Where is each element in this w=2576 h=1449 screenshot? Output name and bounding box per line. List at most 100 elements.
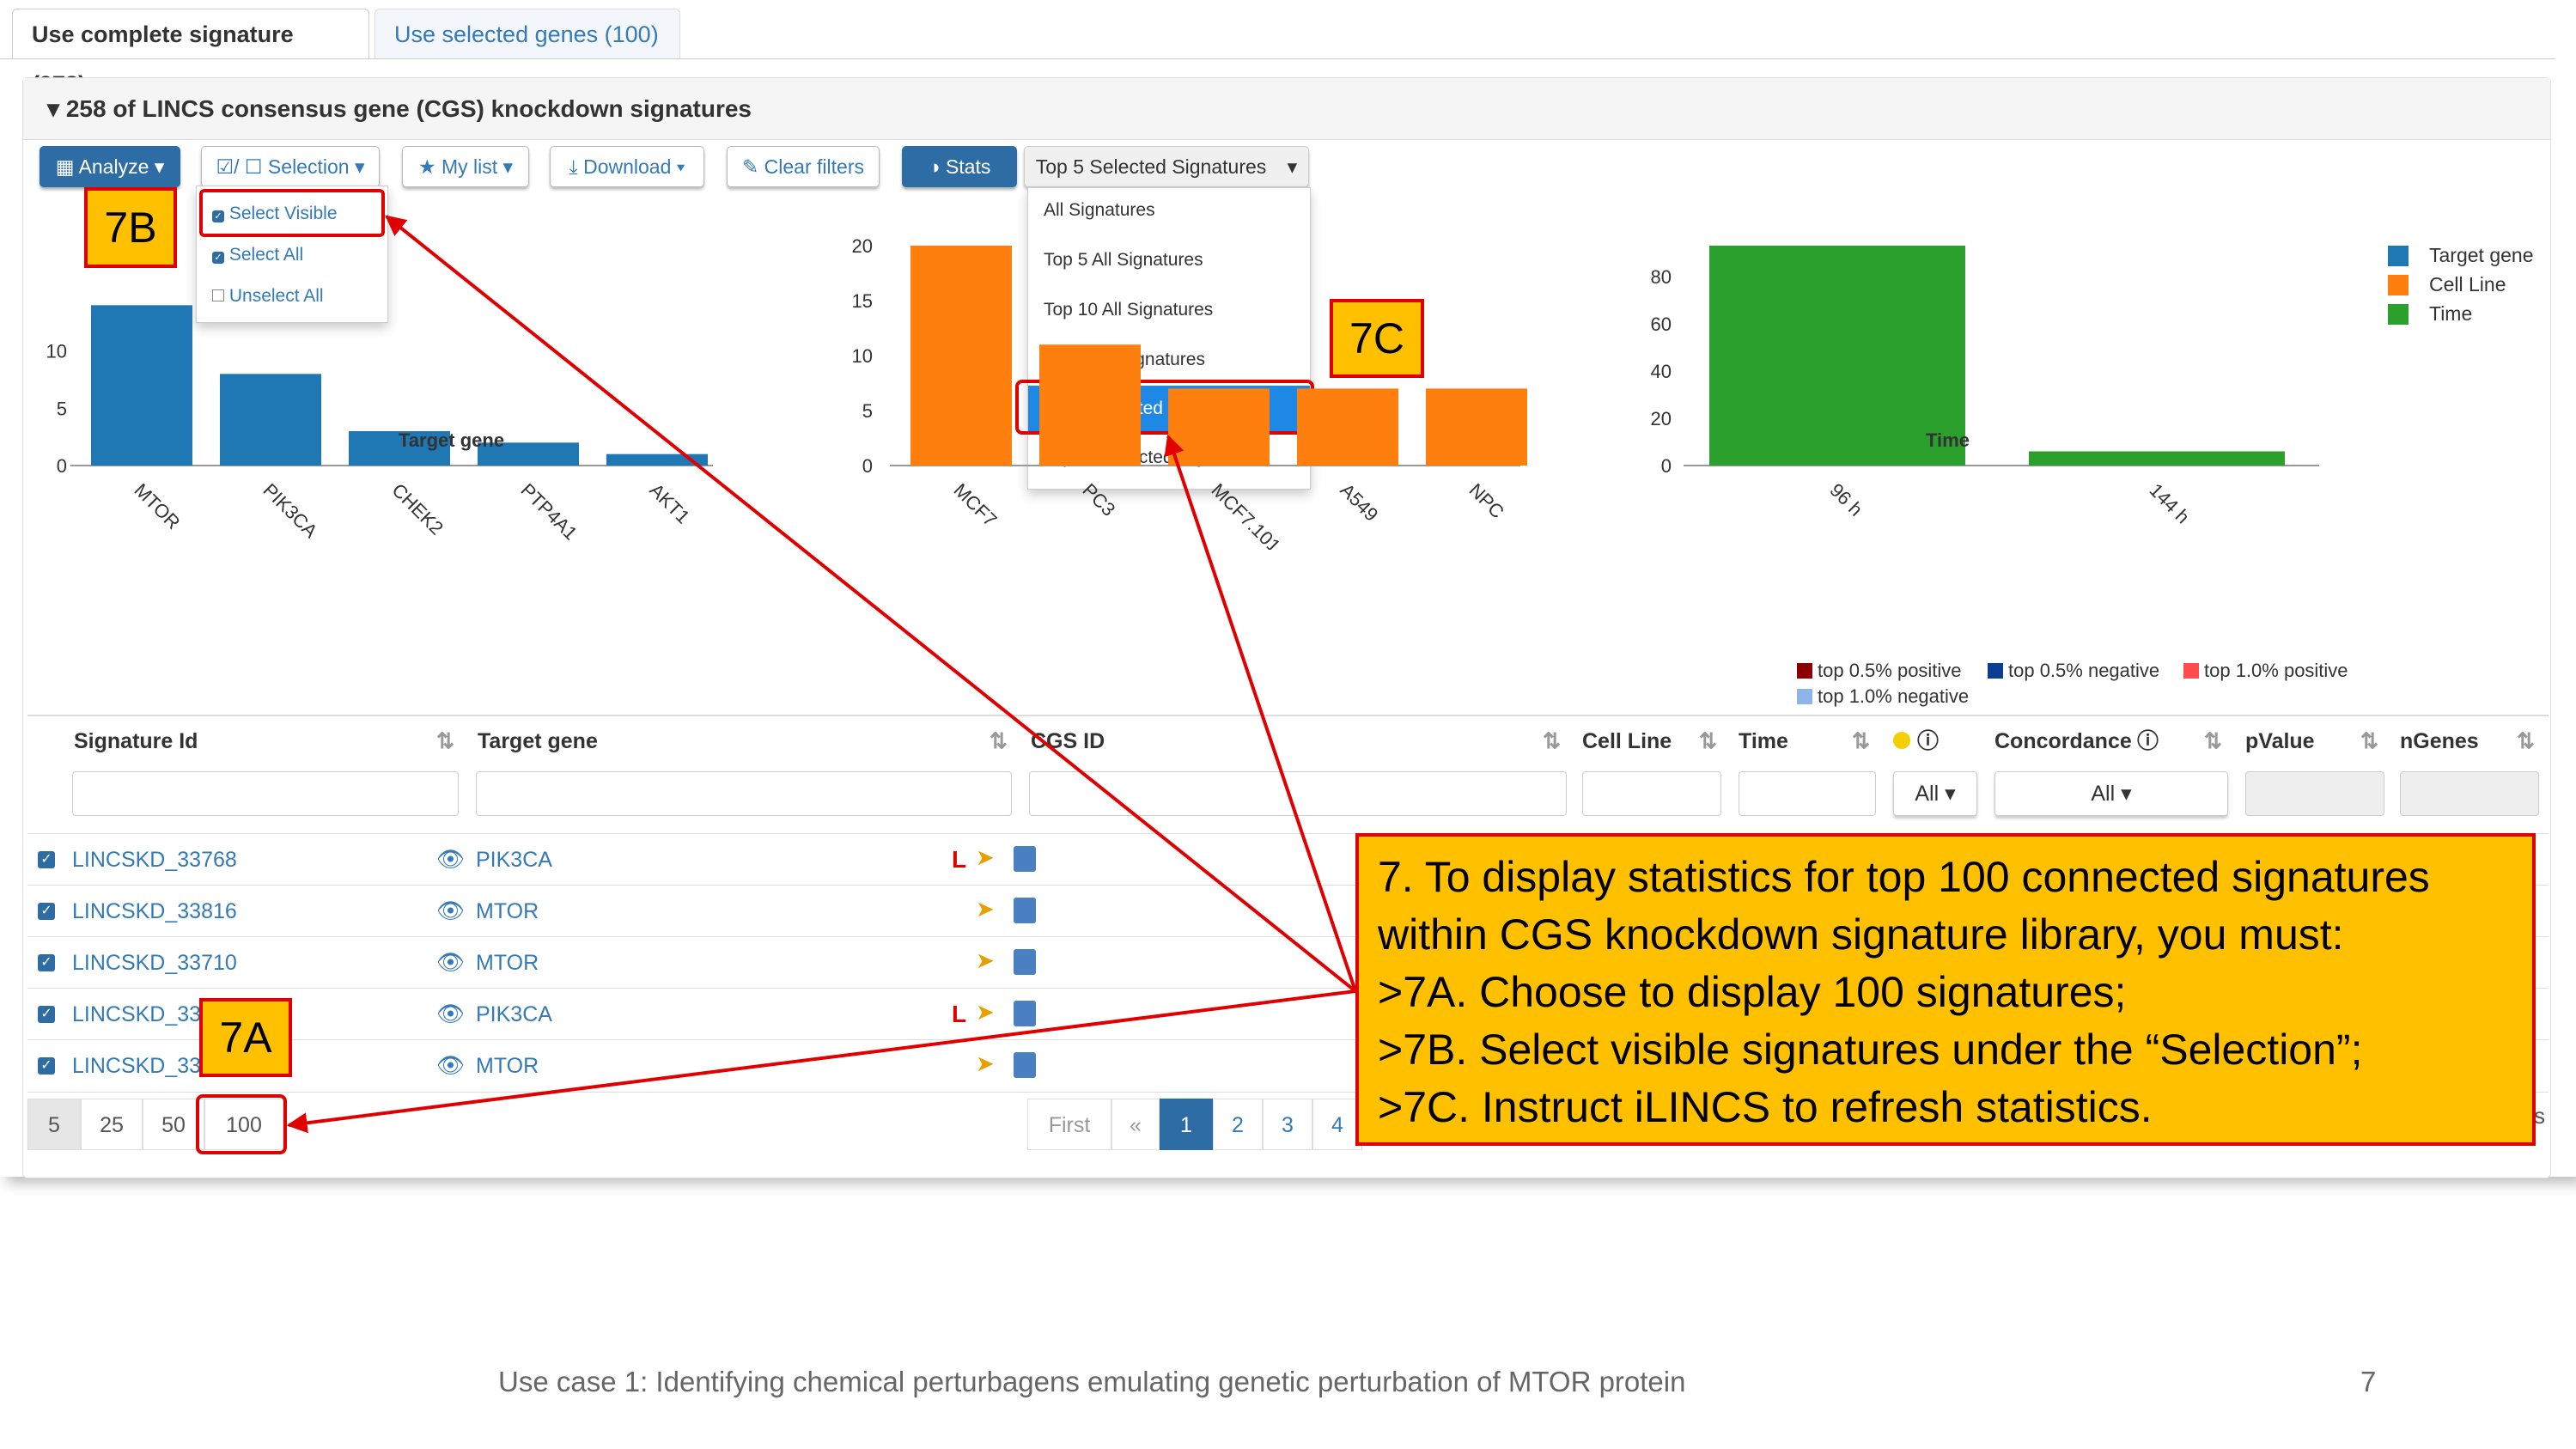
database-icon[interactable] bbox=[1014, 846, 1036, 872]
database-icon[interactable] bbox=[1014, 1052, 1036, 1078]
pagination-prev[interactable]: « bbox=[1111, 1099, 1160, 1150]
stats-option-all[interactable]: All Signatures bbox=[1028, 200, 1310, 221]
col-signature-id[interactable]: Signature Id bbox=[74, 717, 198, 765]
filter-cgs-id[interactable] bbox=[1029, 771, 1567, 816]
page-size-5[interactable]: 5 bbox=[27, 1099, 81, 1150]
sort-icon[interactable]: ⇅ bbox=[2517, 717, 2535, 765]
instruction-line: >7B. Select visible signatures under the… bbox=[1378, 1026, 2363, 1074]
pathway-icon[interactable]: ➤ bbox=[976, 947, 995, 974]
signature-id-link[interactable]: LINCSKD_33 bbox=[72, 1054, 201, 1079]
page-size-25[interactable]: 25 bbox=[81, 1099, 143, 1150]
stats-button[interactable]: ◑ Stats bbox=[902, 146, 1017, 187]
row-checkbox[interactable]: ✓ bbox=[38, 851, 55, 868]
filter-pvalue[interactable] bbox=[2245, 771, 2384, 816]
target-gene-link[interactable]: PIK3CA bbox=[476, 1002, 552, 1027]
eye-icon[interactable]: 👁 bbox=[436, 1052, 465, 1079]
sort-icon[interactable]: ⇅ bbox=[1543, 717, 1561, 765]
time-chart: 96 h 144 h 0 20 40 60 80 Time bbox=[1651, 246, 2319, 527]
sort-icon[interactable]: ⇅ bbox=[1852, 717, 1870, 765]
info-icon[interactable]: ⓘ bbox=[1917, 717, 1939, 765]
pagination-page-3[interactable]: 3 bbox=[1263, 1099, 1312, 1150]
panel-title[interactable]: ▾ 258 of LINCS consensus gene (CGS) knoc… bbox=[23, 78, 2550, 140]
sort-icon[interactable]: ⇅ bbox=[990, 717, 1008, 765]
row-checkbox[interactable]: ✓ bbox=[38, 903, 55, 920]
chart-inner-label: Time bbox=[1926, 429, 1970, 451]
col-target-gene[interactable]: Target gene bbox=[478, 717, 598, 765]
database-icon[interactable] bbox=[1014, 949, 1036, 975]
lincs-l-icon[interactable]: L bbox=[952, 846, 966, 874]
selection-button[interactable]: ☑/ ☐ Selection ▾ bbox=[201, 146, 380, 187]
pagination-first[interactable]: First bbox=[1027, 1099, 1111, 1150]
analyze-button[interactable]: ▦ Analyze ▾ bbox=[40, 146, 180, 187]
eye-icon[interactable]: 👁 bbox=[436, 949, 465, 976]
database-icon[interactable] bbox=[1014, 898, 1036, 923]
caret-down-icon: ▾ bbox=[1287, 155, 1298, 178]
stats-scope-select[interactable]: Top 5 Selected Signatures ▾ bbox=[1024, 146, 1309, 187]
col-pvalue[interactable]: pValue bbox=[2245, 717, 2315, 765]
signature-id-link[interactable]: LINCSKD_33768 bbox=[72, 848, 237, 873]
grid-icon: ▦ bbox=[55, 155, 75, 178]
sort-icon[interactable]: ⇅ bbox=[2360, 717, 2378, 765]
col-cgs-id[interactable]: CGS ID bbox=[1031, 717, 1105, 765]
bar-NPC bbox=[1426, 388, 1527, 466]
analyze-label: Analyze bbox=[78, 155, 149, 178]
signature-id-link[interactable]: LINCSKD_33816 bbox=[72, 899, 237, 924]
signature-id-link[interactable]: LINCSKD_33710 bbox=[72, 951, 237, 976]
bar-PC3 bbox=[1039, 344, 1141, 466]
y-tick-label: 15 bbox=[852, 290, 873, 312]
pagination-page-2[interactable]: 2 bbox=[1213, 1099, 1263, 1150]
legend-time-swatch bbox=[2388, 304, 2409, 325]
clear-filters-button[interactable]: ✎ Clear filters bbox=[727, 146, 880, 187]
stats-label: Stats bbox=[945, 155, 991, 178]
col-time[interactable]: Time bbox=[1739, 717, 1788, 765]
filter-signature-id[interactable] bbox=[72, 771, 459, 816]
filter-indicator-select[interactable]: All ▾ bbox=[1893, 771, 1977, 816]
y-tick-label: 40 bbox=[1651, 361, 1672, 382]
target-gene-link[interactable]: MTOR bbox=[476, 951, 539, 976]
concordance-legend-swatch-0 bbox=[1797, 663, 1812, 679]
download-button[interactable]: ⤓ Download ▾ bbox=[550, 146, 704, 187]
tab-complete-signature[interactable]: Use complete signature (978) bbox=[12, 9, 369, 97]
row-checkbox[interactable]: ✓ bbox=[38, 1057, 55, 1075]
row-checkbox[interactable]: ✓ bbox=[38, 954, 55, 971]
eye-icon[interactable]: 👁 bbox=[436, 898, 465, 924]
filter-concordance-select[interactable]: All ▾ bbox=[1994, 771, 2228, 816]
my-list-button[interactable]: ★ My list ▾ bbox=[402, 146, 529, 187]
bar-144 h bbox=[2029, 451, 2285, 466]
sort-icon[interactable]: ⇅ bbox=[2204, 717, 2222, 765]
signature-id-link[interactable]: LINCSKD_33 bbox=[72, 1002, 201, 1027]
filter-cell-line[interactable] bbox=[1582, 771, 1721, 816]
filter-time[interactable] bbox=[1739, 771, 1876, 816]
summary-charts: MTOR PIK3CA CHEK2 PTP4A1 AKT1 0 5 10 Target gene… bbox=[46, 235, 2319, 550]
filter-ngenes[interactable] bbox=[2400, 771, 2539, 816]
lincs-l-icon[interactable]: L bbox=[952, 1001, 966, 1028]
target-gene-link[interactable]: PIK3CA bbox=[476, 848, 552, 873]
col-cell-line[interactable]: Cell Line bbox=[1582, 717, 1672, 765]
sort-icon[interactable]: ⇅ bbox=[436, 717, 454, 765]
download-label: Download bbox=[583, 155, 672, 178]
pathway-icon[interactable]: ➤ bbox=[976, 999, 995, 1026]
target-gene-link[interactable]: MTOR bbox=[476, 899, 539, 924]
pathway-icon[interactable]: ➤ bbox=[976, 1050, 995, 1077]
selection-label: / ☐ Selection bbox=[234, 155, 350, 178]
col-ngenes[interactable]: nGenes bbox=[2400, 717, 2479, 765]
database-icon[interactable] bbox=[1014, 1001, 1036, 1026]
eye-icon[interactable]: 👁 bbox=[436, 1001, 465, 1027]
download-icon: ⤓ bbox=[569, 155, 578, 178]
concordance-legend-label-3: top 1.0% negative bbox=[1818, 685, 1970, 707]
info-icon[interactable]: ⓘ bbox=[2137, 717, 2159, 765]
target-gene-link[interactable]: MTOR bbox=[476, 1054, 539, 1079]
row-checkbox[interactable]: ✓ bbox=[38, 1006, 55, 1023]
filter-target-gene[interactable] bbox=[476, 771, 1012, 816]
col-concordance[interactable]: Concordance bbox=[1994, 717, 2132, 765]
eye-icon[interactable]: 👁 bbox=[436, 846, 465, 873]
pathway-icon[interactable]: ➤ bbox=[976, 844, 995, 871]
sort-icon[interactable]: ⇅ bbox=[1699, 717, 1717, 765]
tab-selected-genes[interactable]: Use selected genes (100) bbox=[375, 9, 680, 58]
pathway-icon[interactable]: ➤ bbox=[976, 896, 995, 922]
x-tick-label: MCF7.101 bbox=[1207, 479, 1284, 550]
tab-divider bbox=[0, 58, 2555, 59]
table-top-border bbox=[27, 715, 2549, 716]
pagination-page-1[interactable]: 1 bbox=[1160, 1099, 1213, 1150]
x-tick-label: 96 h bbox=[1825, 479, 1867, 521]
